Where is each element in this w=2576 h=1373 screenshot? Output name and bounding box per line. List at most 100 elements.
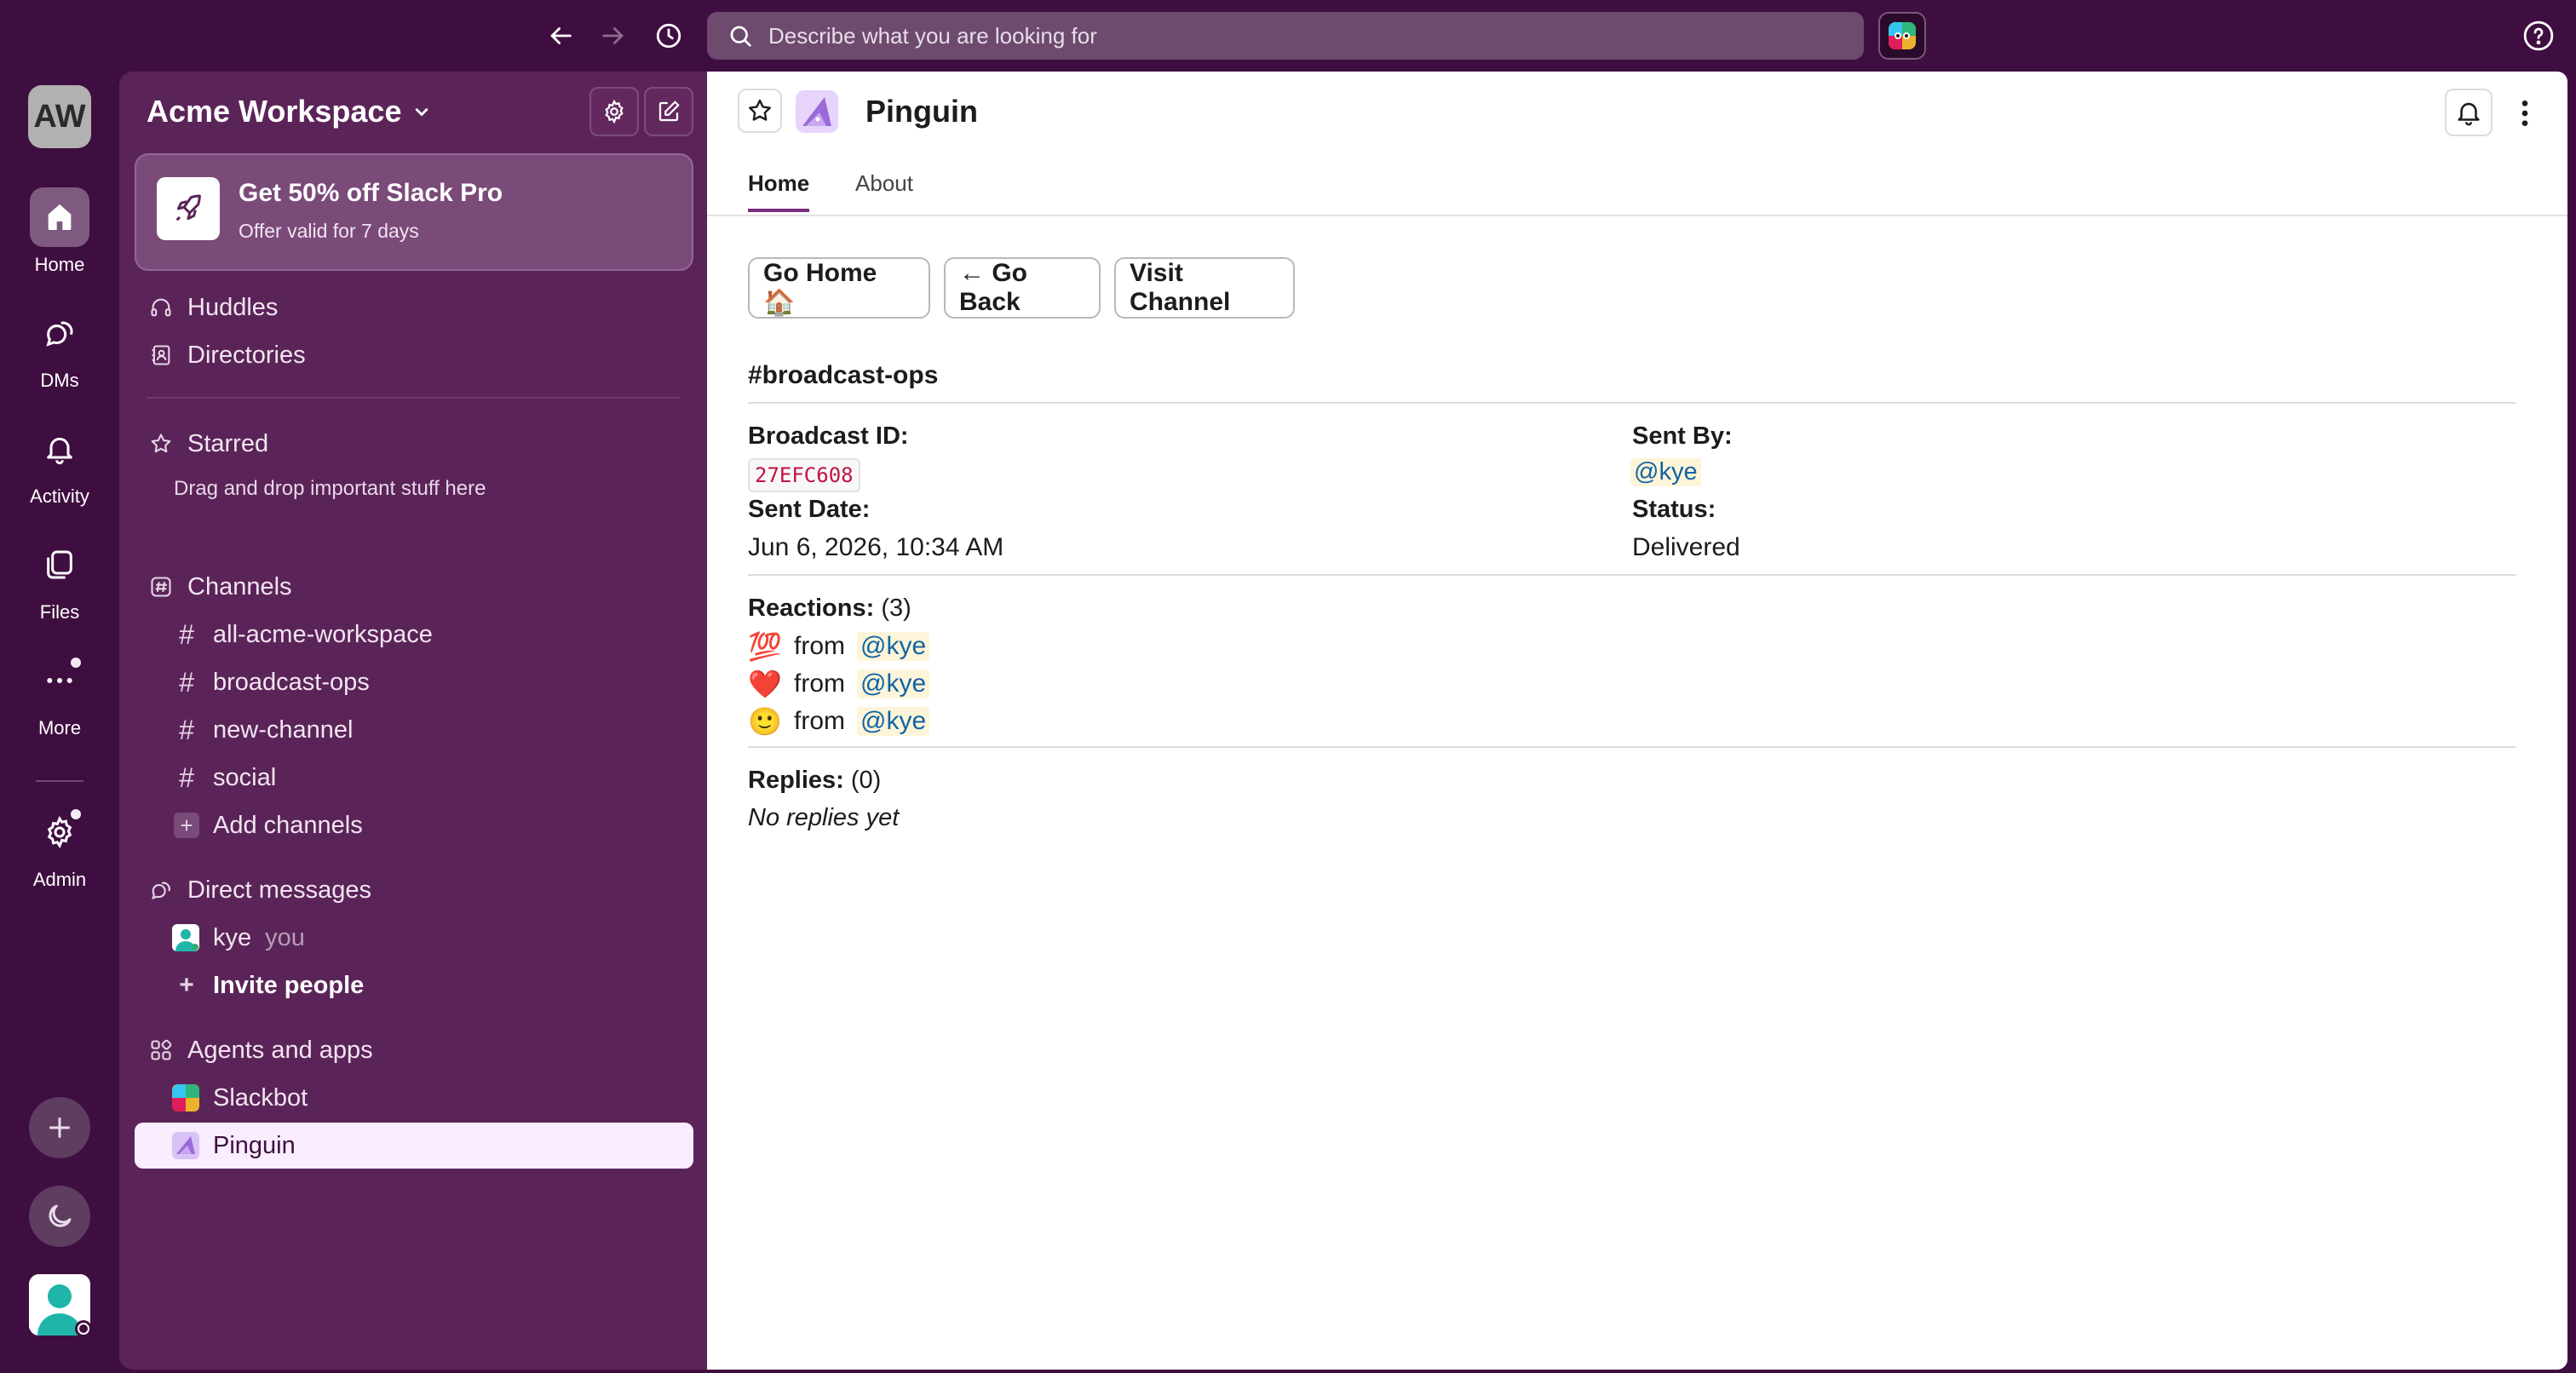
workspace-switcher[interactable]: Acme Workspace (147, 94, 434, 129)
sidebar-divider (147, 397, 680, 399)
sent-date-value: Jun 6, 2026, 10:34 AM (748, 533, 1004, 561)
status-value: Delivered (1632, 533, 1740, 561)
history-icon[interactable] (648, 15, 689, 56)
search-input[interactable]: Describe what you are looking for (707, 12, 1864, 60)
rail-more-label: More (37, 717, 82, 738)
back-arrow-icon[interactable] (540, 15, 581, 56)
reactions-count: (3) (881, 595, 911, 622)
channel-name: broadcast-ops (213, 668, 370, 696)
divider (748, 746, 2516, 748)
sidebar-section-label: Starred (187, 429, 269, 457)
forward-arrow-icon[interactable] (593, 15, 634, 56)
compose-icon (658, 101, 680, 122)
rail-files[interactable]: Files (0, 535, 119, 637)
sidebar-section-label: Channels (187, 572, 292, 600)
promo-subtitle: Offer valid for 7 days (239, 220, 419, 242)
broadcast-id-label: Broadcast ID: (748, 422, 909, 450)
tab-about[interactable]: About (855, 170, 913, 209)
sidebar-section-label: Direct messages (187, 876, 371, 904)
search-placeholder: Describe what you are looking for (768, 22, 1097, 49)
star-icon (147, 429, 175, 458)
reaction-user-mention[interactable]: @kye (857, 632, 930, 661)
sidebar-item-slackbot[interactable]: Slackbot (135, 1075, 693, 1121)
promo-title: Get 50% off Slack Pro (239, 179, 503, 207)
add-icon[interactable] (29, 1097, 90, 1158)
sidebar-item-pinguin[interactable]: Pinguin (135, 1123, 693, 1169)
channel-name: social (213, 763, 277, 791)
channel-name: all-acme-workspace (213, 620, 433, 648)
sidebar-item-channel[interactable]: # broadcast-ops (135, 659, 693, 705)
app-name: Pinguin (213, 1131, 296, 1159)
dark-mode-moon-icon[interactable] (29, 1186, 90, 1247)
avatar (172, 924, 199, 951)
reaction-user-mention[interactable]: @kye (857, 707, 930, 736)
sidebar-item-channel[interactable]: # all-acme-workspace (135, 612, 693, 658)
sidebar-item-channel[interactable]: # new-channel (135, 707, 693, 753)
invite-people-button[interactable]: + Invite people (135, 962, 693, 1008)
dm-user-name: kye (213, 923, 252, 951)
settings-button[interactable] (589, 87, 639, 136)
sidebar-section-dms[interactable]: Direct messages (135, 867, 693, 913)
promo-card[interactable]: Get 50% off Slack Pro Offer valid for 7 … (135, 153, 693, 271)
go-back-button[interactable]: ← Go Back (944, 257, 1101, 319)
bell-icon (30, 419, 89, 479)
channel-heading: #broadcast-ops (748, 361, 939, 389)
sidebar-item-label: Huddles (187, 293, 279, 321)
user-avatar[interactable] (29, 1274, 92, 1337)
go-home-button[interactable]: Go Home 🏠 (748, 257, 930, 319)
rail-dms-label: DMs (40, 370, 79, 391)
gear-icon (605, 99, 624, 124)
reaction-user-mention[interactable]: @kye (857, 669, 930, 698)
sidebar-item-directories[interactable]: Directories (135, 332, 693, 378)
sidebar-item-dm-kye[interactable]: kye you (135, 915, 693, 961)
workspace-avatar[interactable]: AW (28, 85, 91, 148)
sent-by-mention[interactable]: @kye (1630, 458, 1701, 486)
notifications-bell-icon[interactable] (2445, 89, 2493, 136)
sidebar-section-label: Agents and apps (187, 1036, 373, 1064)
help-icon[interactable] (2520, 17, 2557, 55)
compose-button[interactable] (644, 87, 693, 136)
rail-more[interactable]: More (0, 651, 119, 753)
workspace-rail: AW Home DMs Activity Files More Admin (0, 72, 119, 1373)
sidebar-section-starred[interactable]: Starred (135, 421, 693, 467)
divider (748, 574, 2516, 576)
divider (748, 402, 2516, 404)
slightly-smiling-emoji: 🙂 (748, 706, 782, 737)
sent-date-label: Sent Date: (748, 496, 871, 523)
rail-home[interactable]: Home (0, 187, 119, 290)
status-label: Status: (1632, 496, 1716, 523)
reactions-heading: Reactions: (3) (748, 595, 911, 623)
apps-icon (147, 1036, 175, 1065)
main-panel: Pinguin Home About Go Home 🏠 ← Go Back V… (707, 72, 2567, 1370)
rail-admin[interactable]: Admin (0, 802, 119, 905)
slackbot-icon (172, 1084, 199, 1112)
hash-icon: # (179, 761, 194, 793)
add-channels-button[interactable]: + Add channels (135, 802, 693, 848)
workspace-name: Acme Workspace (147, 94, 402, 129)
rail-admin-label: Admin (32, 869, 87, 890)
add-channels-label: Add channels (213, 811, 363, 839)
chevron-down-icon (416, 108, 428, 117)
kebab-menu-icon[interactable] (2510, 92, 2540, 135)
slackbot-app-icon[interactable] (1878, 12, 1926, 60)
visit-channel-button[interactable]: Visit Channel (1114, 257, 1295, 319)
rocket-icon (157, 177, 220, 240)
sidebar-item-channel[interactable]: # social (135, 755, 693, 801)
sidebar-section-apps[interactable]: Agents and apps (135, 1027, 693, 1073)
gear-icon (30, 802, 89, 862)
top-bar: Describe what you are looking for (0, 0, 2576, 72)
dm-user-suffix: you (265, 923, 305, 951)
sidebar-section-channels[interactable]: Channels (135, 564, 693, 610)
hash-icon: # (179, 714, 194, 745)
home-icon (30, 187, 89, 247)
directory-icon (147, 341, 175, 370)
tab-home[interactable]: Home (748, 170, 810, 212)
rail-dms[interactable]: DMs (0, 303, 119, 405)
no-replies-text: No replies yet (748, 804, 900, 831)
reactions-label: Reactions: (748, 595, 875, 622)
star-icon[interactable] (738, 89, 782, 133)
hundred-points-emoji: 💯 (748, 631, 782, 662)
rail-activity[interactable]: Activity (0, 419, 119, 521)
sidebar-item-huddles[interactable]: Huddles (135, 284, 693, 330)
pinguin-icon (172, 1132, 199, 1159)
